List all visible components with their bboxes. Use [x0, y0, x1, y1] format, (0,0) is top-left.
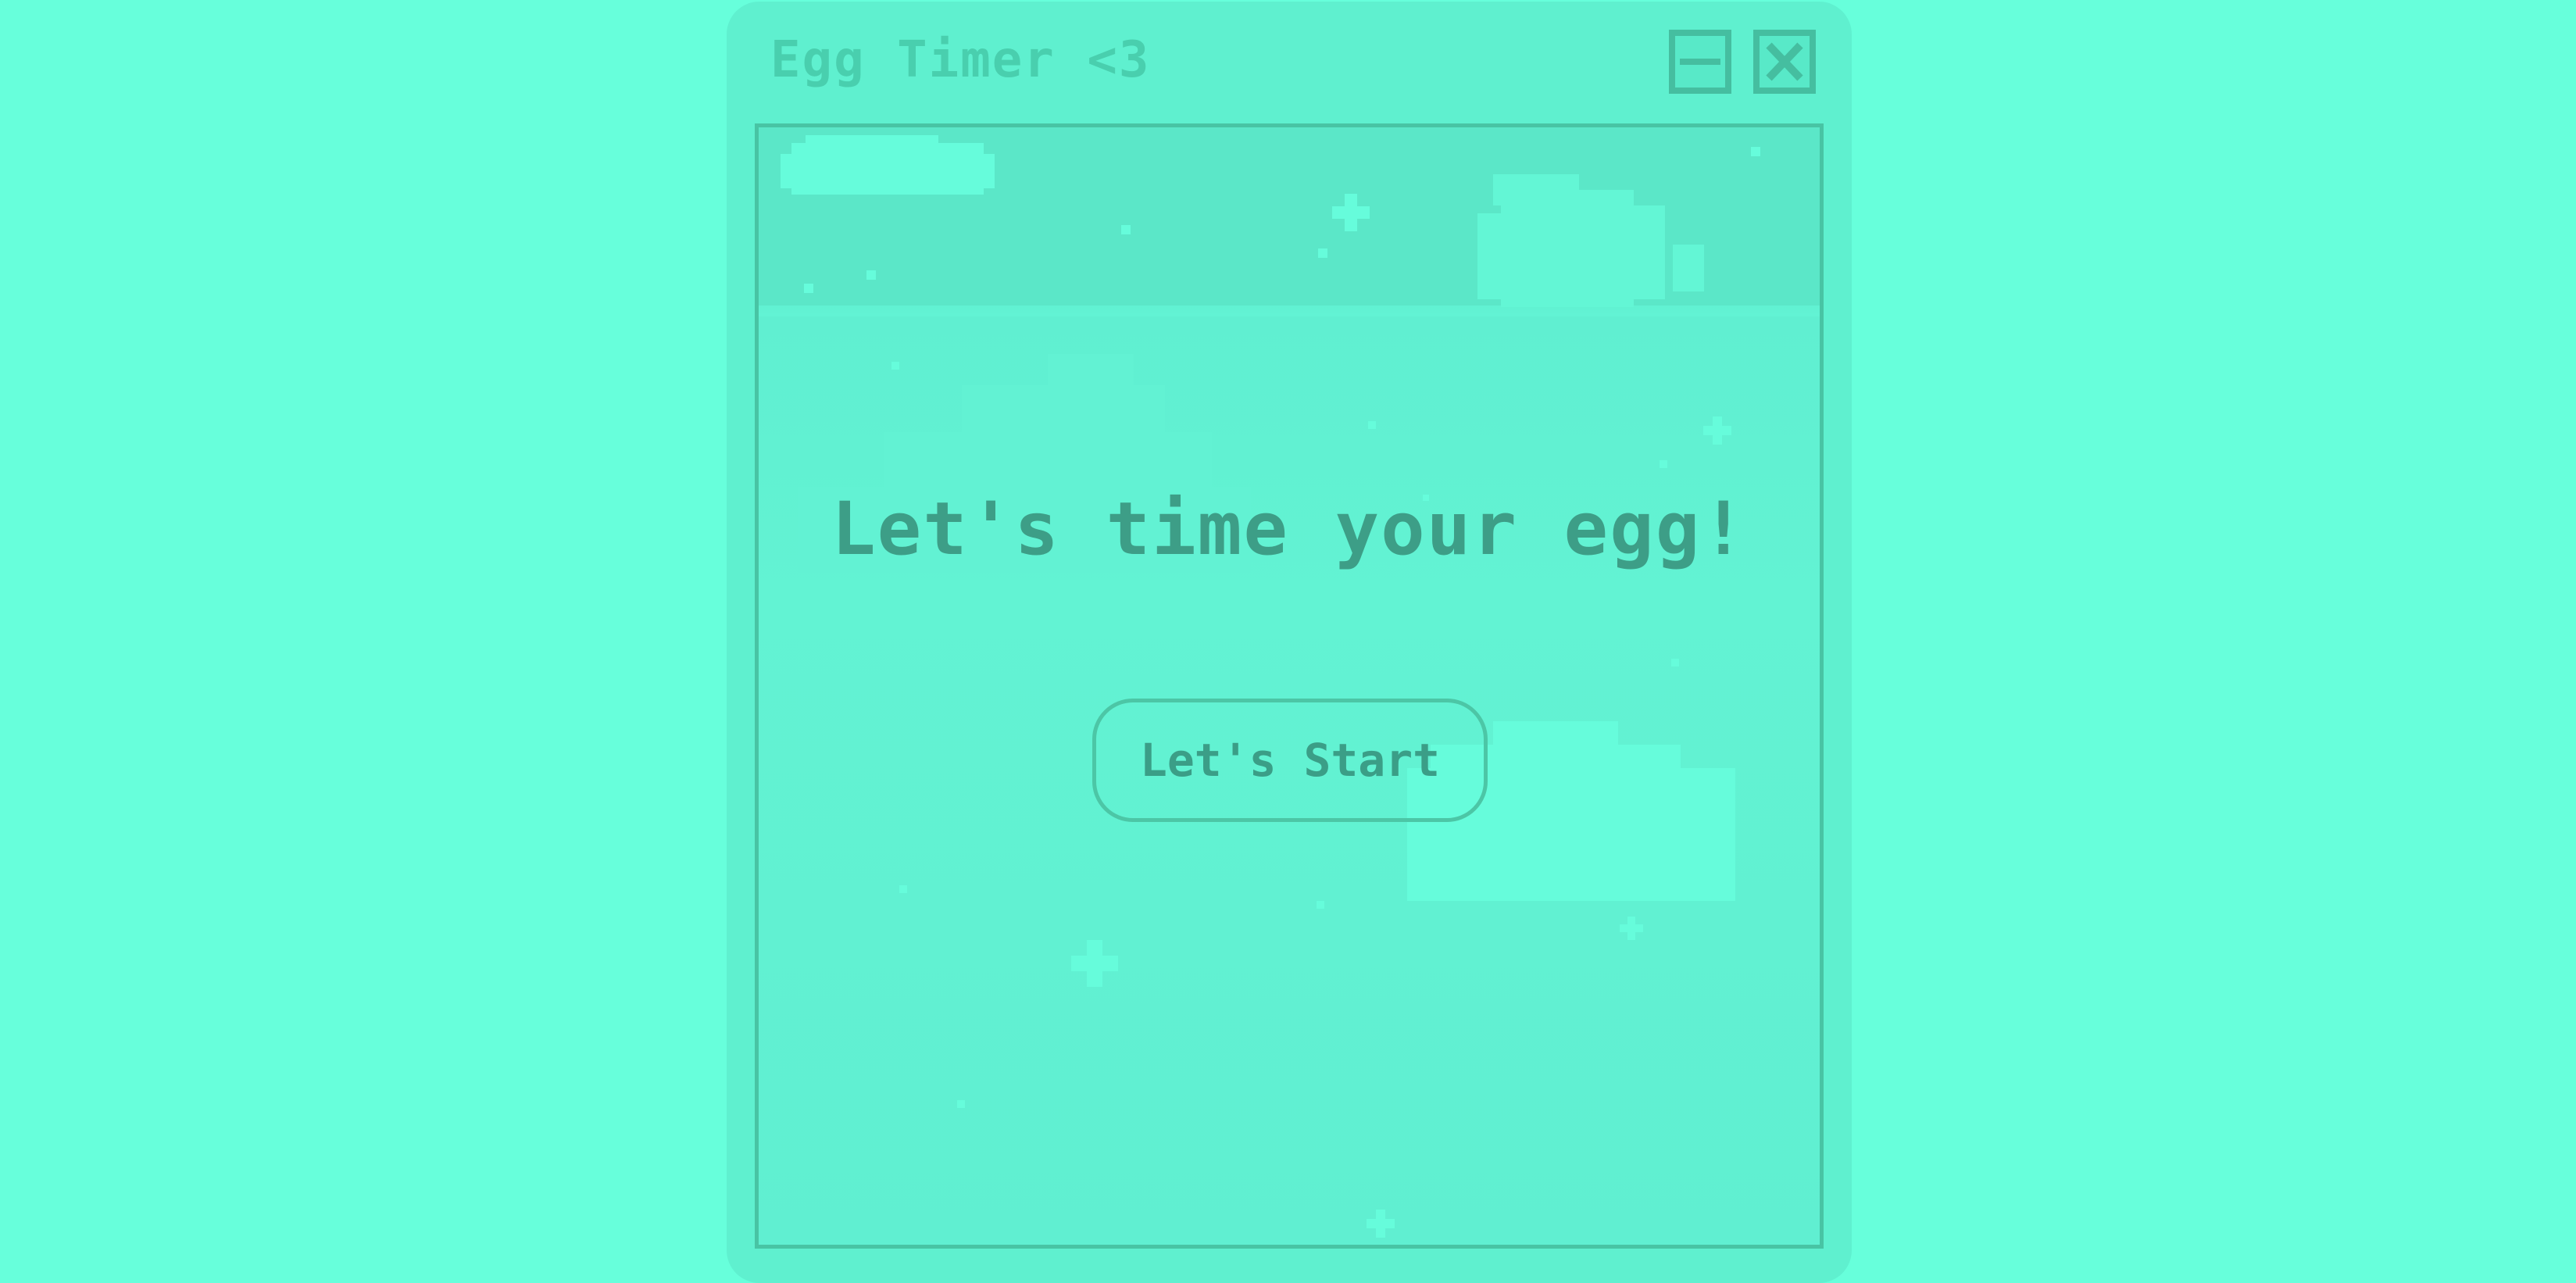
page-title: Let's time your egg!: [831, 487, 1747, 572]
minimize-button[interactable]: [1669, 30, 1731, 94]
sparkle-icon: [804, 147, 1760, 1238]
cloud-icon: [781, 135, 995, 195]
app-window: Egg Timer <3 Let's time your egg! Let's …: [727, 2, 1852, 1283]
window-title: Egg Timer <3: [770, 31, 1151, 89]
minimize-icon: [1680, 59, 1720, 65]
close-icon: [1766, 42, 1803, 81]
content-panel: Let's time your egg! Let's Start: [755, 123, 1824, 1249]
close-button[interactable]: [1753, 30, 1816, 94]
sky-decorations: [781, 135, 1760, 1238]
cloud-icon: [1477, 174, 1704, 307]
start-button[interactable]: Let's Start: [1092, 699, 1488, 822]
